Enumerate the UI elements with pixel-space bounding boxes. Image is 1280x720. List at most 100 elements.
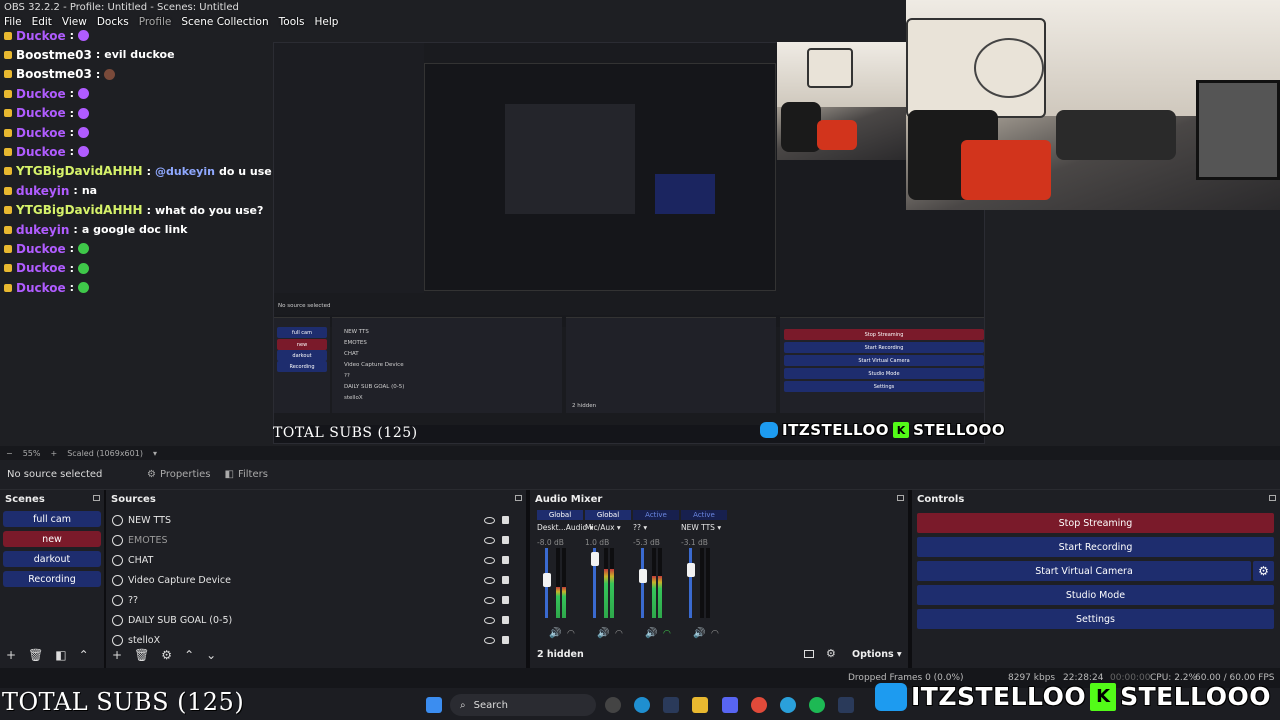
menu-file[interactable]: File bbox=[4, 16, 22, 34]
float-icon[interactable] bbox=[93, 495, 100, 501]
visibility-eye-icon[interactable] bbox=[484, 516, 495, 524]
filters-button[interactable]: ◧ Filters bbox=[225, 469, 268, 480]
volume-fader-track[interactable] bbox=[641, 548, 644, 618]
steam-icon[interactable] bbox=[663, 697, 679, 713]
scene-item[interactable]: Recording bbox=[3, 571, 101, 587]
speaker-icon[interactable]: 🔊 bbox=[597, 628, 609, 639]
spotify-icon[interactable] bbox=[809, 697, 825, 713]
headphones-icon[interactable]: ◠ bbox=[567, 629, 575, 639]
windows-start-icon[interactable] bbox=[426, 697, 442, 713]
preview-canvas[interactable]: OBS 32.2.2 - Profile: Untitled - Scenes:… bbox=[0, 0, 1280, 446]
headphones-icon[interactable]: ◠ bbox=[711, 629, 719, 639]
scene-item[interactable]: full cam bbox=[3, 511, 101, 527]
lock-icon[interactable] bbox=[502, 516, 509, 524]
visibility-eye-icon[interactable] bbox=[484, 556, 495, 564]
speaker-icon[interactable]: 🔊 bbox=[549, 628, 561, 639]
social-banner-preview: ITZSTELLOO K STELLOOO bbox=[760, 421, 1005, 439]
edge-browser-icon[interactable] bbox=[634, 697, 650, 713]
telegram-icon[interactable] bbox=[780, 697, 796, 713]
layout-icon[interactable] bbox=[804, 650, 814, 658]
remove-source-button[interactable]: 🗑 bbox=[134, 648, 149, 662]
float-icon[interactable] bbox=[897, 495, 904, 501]
source-item[interactable]: CHAT bbox=[112, 551, 522, 569]
channel-name[interactable]: Deskt...Audio ▾ bbox=[537, 523, 593, 532]
visibility-eye-icon[interactable] bbox=[484, 576, 495, 584]
lock-icon[interactable] bbox=[502, 636, 509, 644]
taskbar-search[interactable]: ⌕ Search bbox=[450, 694, 596, 716]
menu-view[interactable]: View bbox=[62, 16, 87, 34]
lock-icon[interactable] bbox=[502, 616, 509, 624]
chat-username: Boostme03 bbox=[16, 67, 92, 82]
remove-scene-button[interactable]: 🗑 bbox=[28, 648, 43, 662]
move-up-button[interactable]: ⌃ bbox=[184, 648, 194, 662]
add-scene-button[interactable]: + bbox=[6, 648, 16, 662]
zoom-out-button[interactable]: − bbox=[6, 449, 13, 458]
start-virtual-camera-button[interactable]: Start Virtual Camera bbox=[917, 561, 1251, 581]
volume-fader-knob[interactable] bbox=[590, 551, 599, 566]
mixer-settings-icon[interactable]: ⚙ bbox=[826, 647, 836, 660]
channel-name[interactable]: NEW TTS ▾ bbox=[681, 523, 727, 532]
source-item[interactable]: EMOTES bbox=[112, 531, 522, 549]
speaker-icon[interactable]: 🔊 bbox=[693, 628, 705, 639]
menu-tools[interactable]: Tools bbox=[279, 16, 305, 34]
visibility-eye-icon[interactable] bbox=[484, 596, 495, 604]
source-item[interactable]: Video Capture Device bbox=[112, 571, 522, 589]
move-up-button[interactable]: ⌃ bbox=[79, 648, 89, 662]
move-down-button[interactable]: ⌄ bbox=[206, 648, 216, 662]
source-item[interactable]: ?? bbox=[112, 591, 522, 609]
file-explorer-icon[interactable] bbox=[692, 697, 708, 713]
menu-edit[interactable]: Edit bbox=[32, 16, 52, 34]
nested-scene: new bbox=[277, 339, 327, 350]
volume-fader-track[interactable] bbox=[689, 548, 692, 618]
float-icon[interactable] bbox=[515, 495, 522, 501]
scene-item[interactable]: darkout bbox=[3, 551, 101, 567]
stop-streaming-button[interactable]: Stop Streaming bbox=[917, 513, 1274, 533]
lock-icon[interactable] bbox=[502, 556, 509, 564]
studio-mode-button[interactable]: Studio Mode bbox=[917, 585, 1274, 605]
obs-app-icon[interactable] bbox=[605, 697, 621, 713]
visibility-eye-icon[interactable] bbox=[484, 616, 495, 624]
channel-name[interactable]: ?? ▾ bbox=[633, 523, 679, 532]
source-item[interactable]: stelloX bbox=[112, 631, 522, 649]
gear-icon[interactable]: ⚙ bbox=[161, 648, 172, 662]
channel-name[interactable]: Mic/Aux ▾ bbox=[585, 523, 631, 532]
float-icon[interactable] bbox=[1269, 495, 1276, 501]
source-item[interactable]: NEW TTS bbox=[112, 511, 522, 529]
settings-button[interactable]: Settings bbox=[917, 609, 1274, 629]
scale-mode[interactable]: Scaled (1069x601) bbox=[67, 449, 143, 458]
headphones-icon[interactable]: ◠ bbox=[615, 629, 623, 639]
lock-icon[interactable] bbox=[502, 536, 509, 544]
menu-profile[interactable]: Profile bbox=[139, 16, 172, 34]
chrome-icon[interactable] bbox=[751, 697, 767, 713]
lock-icon[interactable] bbox=[502, 576, 509, 584]
filter-icon[interactable]: ◧ bbox=[55, 648, 66, 662]
hidden-count[interactable]: 2 hidden bbox=[537, 649, 584, 660]
volume-fader-knob[interactable] bbox=[686, 563, 695, 578]
add-source-button[interactable]: + bbox=[112, 648, 122, 662]
visibility-eye-icon[interactable] bbox=[484, 636, 495, 644]
nested-scene: full cam bbox=[277, 327, 327, 338]
menu-help[interactable]: Help bbox=[315, 16, 339, 34]
menu-docks[interactable]: Docks bbox=[97, 16, 129, 34]
chat-badge-icon bbox=[4, 89, 12, 98]
discord-icon[interactable] bbox=[722, 697, 738, 713]
headphones-icon[interactable]: ◠ bbox=[663, 629, 671, 639]
visibility-eye-icon[interactable] bbox=[484, 536, 495, 544]
speaker-icon[interactable]: 🔊 bbox=[645, 628, 657, 639]
mixer-options-button[interactable]: Options ▾ bbox=[852, 649, 902, 660]
volume-fader-knob[interactable] bbox=[542, 572, 551, 587]
zoom-level[interactable]: 55% bbox=[23, 449, 41, 458]
steam-icon[interactable] bbox=[838, 697, 854, 713]
virtual-camera-settings-gear-icon[interactable]: ⚙ bbox=[1253, 561, 1274, 581]
lock-icon[interactable] bbox=[502, 596, 509, 604]
start-recording-button[interactable]: Start Recording bbox=[917, 537, 1274, 557]
volume-fader-knob[interactable] bbox=[638, 569, 647, 583]
properties-button[interactable]: ⚙ Properties bbox=[147, 469, 211, 480]
chat-emote-icon bbox=[104, 68, 116, 80]
chevron-down-icon[interactable]: ▾ bbox=[153, 449, 157, 458]
zoom-in-button[interactable]: + bbox=[50, 449, 57, 458]
chat-username: Duckoe bbox=[16, 261, 66, 276]
source-item[interactable]: DAILY SUB GOAL (0-5) bbox=[112, 611, 522, 629]
scene-item[interactable]: new bbox=[3, 531, 101, 547]
menu-scene-collection[interactable]: Scene Collection bbox=[181, 16, 268, 34]
